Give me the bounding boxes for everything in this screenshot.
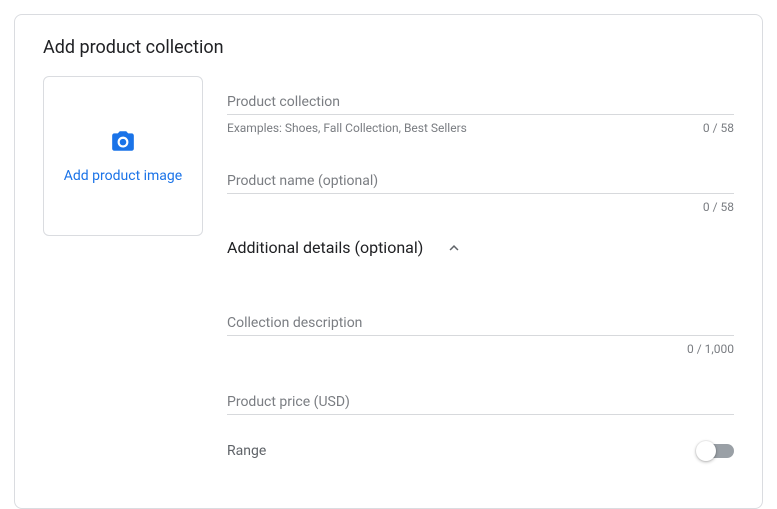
name-counter: 0 / 58 [703, 200, 734, 214]
add-image-label: Add product image [64, 168, 182, 184]
collection-counter: 0 / 58 [703, 121, 734, 135]
product-name-input[interactable]: Product name (optional) [227, 155, 734, 194]
additional-details-title: Additional details (optional) [227, 238, 423, 257]
add-product-image-button[interactable]: Add product image [43, 76, 203, 236]
add-collection-card: Add product collection Add product image… [14, 14, 763, 509]
additional-details-toggle[interactable]: Additional details (optional) [227, 220, 734, 267]
camera-icon [110, 128, 136, 158]
description-counter: 0 / 1,000 [687, 342, 734, 356]
collection-examples: Examples: Shoes, Fall Collection, Best S… [227, 121, 467, 135]
range-label: Range [227, 443, 266, 459]
collection-description-input[interactable]: Collection description [227, 297, 734, 336]
product-price-input[interactable]: Product price (USD) [227, 376, 734, 415]
range-toggle[interactable] [698, 444, 734, 458]
card-title: Add product collection [43, 37, 734, 58]
fields-column: Product collection Examples: Shoes, Fall… [227, 76, 734, 463]
chevron-up-icon [445, 239, 463, 257]
product-collection-input[interactable]: Product collection [227, 76, 734, 115]
toggle-knob [696, 441, 716, 461]
